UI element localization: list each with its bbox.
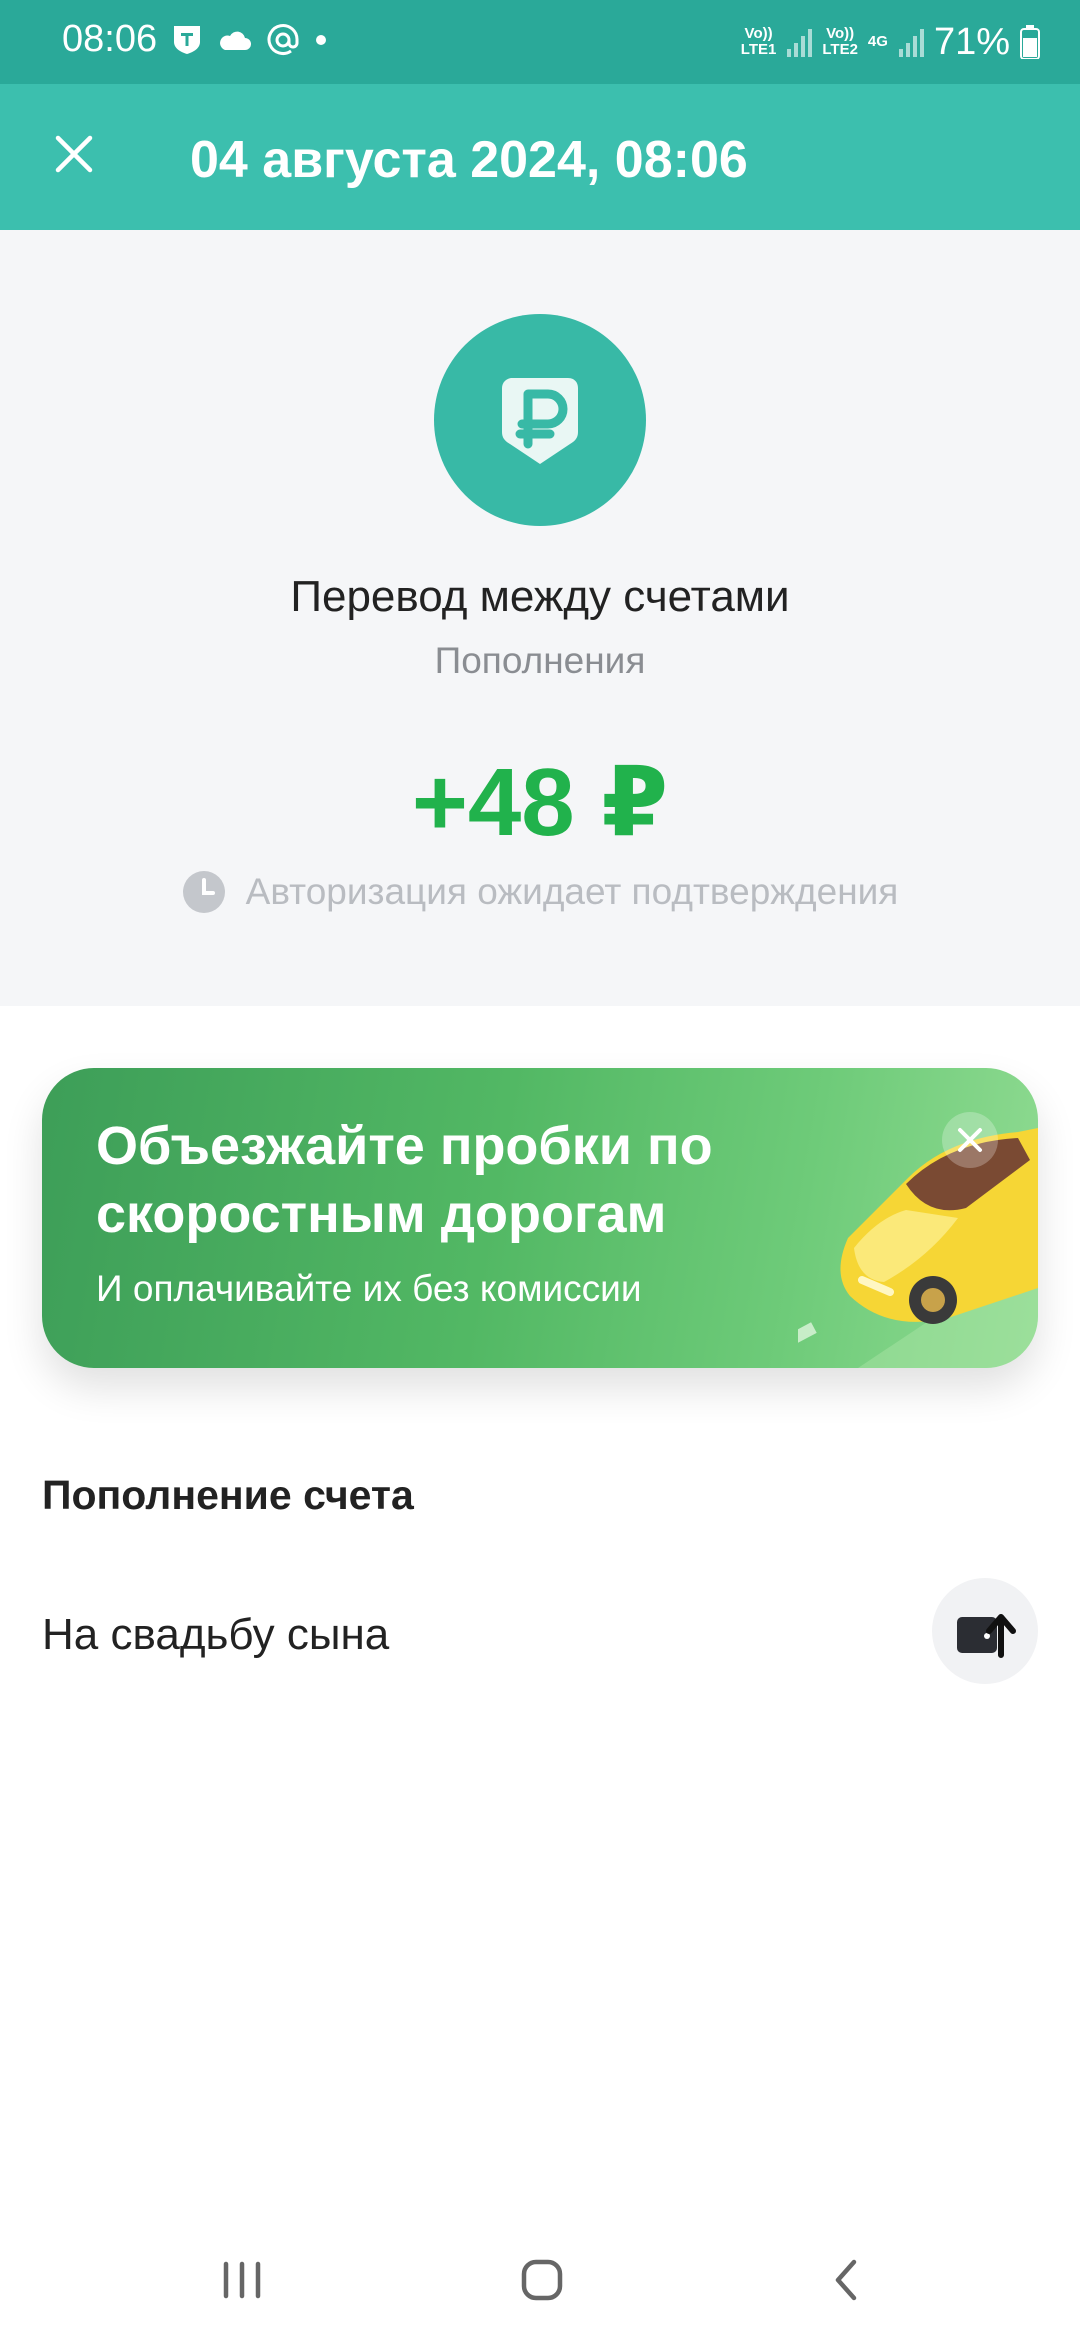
- operation-icon: [434, 314, 646, 526]
- promo-banner[interactable]: Объезжайте пробки по скоростным дорогам …: [42, 1068, 1038, 1368]
- operation-category: Пополнения: [434, 640, 646, 681]
- signal-icon: [787, 29, 813, 57]
- home-button[interactable]: [502, 2248, 582, 2312]
- car-illustration: [798, 1128, 1038, 1368]
- sim2-label: Vo)) LTE2: [822, 25, 858, 58]
- close-icon: [55, 135, 93, 173]
- back-button[interactable]: [806, 2248, 886, 2312]
- authorization-status-text: Авторизация ожидает подтверждения: [245, 871, 899, 912]
- network-type: 4G: [867, 33, 888, 50]
- status-notification-icons: [172, 20, 328, 60]
- account-name[interactable]: На свадьбу сына: [42, 1610, 389, 1660]
- dot-icon: [316, 35, 326, 45]
- at-icon: [267, 24, 299, 55]
- screen: 08:06 Vo)) LTE1 Vo)) LTE2 4G 71% 04 авгу…: [0, 0, 1080, 2340]
- promo-banner-subtitle: И оплачивайте их без комиссии: [96, 1268, 642, 1309]
- operation-amount: +48 ₽: [411, 749, 669, 856]
- back-icon: [835, 2259, 857, 2301]
- operation-summary: Перевод между счетами Пополнения +48 ₽ А…: [0, 230, 1080, 1006]
- signal-icon-2: [898, 29, 924, 57]
- promo-banner-close-button[interactable]: [942, 1112, 998, 1168]
- close-button[interactable]: [44, 124, 104, 184]
- ruble-icon: [502, 378, 578, 464]
- battery-percent: 71%: [933, 20, 1010, 63]
- account-button[interactable]: [932, 1578, 1038, 1684]
- recent-apps-button[interactable]: [202, 2248, 282, 2312]
- home-icon: [521, 2259, 563, 2301]
- system-nav-bar: [0, 2220, 1080, 2340]
- status-system-icons: Vo)) LTE1 Vo)) LTE2 4G 71%: [741, 14, 1040, 70]
- sim1-label: Vo)) LTE1: [740, 25, 777, 58]
- recent-apps-icon: [223, 2261, 261, 2299]
- close-icon: [958, 1128, 982, 1152]
- clock-icon: [182, 871, 225, 913]
- cloud-icon: [220, 31, 251, 50]
- operation-title: Перевод между счетами: [290, 572, 790, 621]
- battery-icon: [1020, 25, 1040, 59]
- authorization-status: Авторизация ожидает подтверждения: [0, 870, 1080, 914]
- tinkoff-icon: [174, 26, 200, 54]
- wallet-up-icon: [957, 1614, 1016, 1658]
- status-bar: 08:06 Vo)) LTE1 Vo)) LTE2 4G 71%: [0, 0, 1080, 84]
- app-header: 04 августа 2024, 08:06: [0, 84, 1080, 230]
- status-time: 08:06: [62, 18, 158, 60]
- promo-banner-title: Объезжайте пробки по скоростным дорогам: [96, 1116, 713, 1244]
- section-title: Пополнение счета: [42, 1472, 414, 1518]
- header-title: 04 августа 2024, 08:06: [190, 131, 748, 189]
